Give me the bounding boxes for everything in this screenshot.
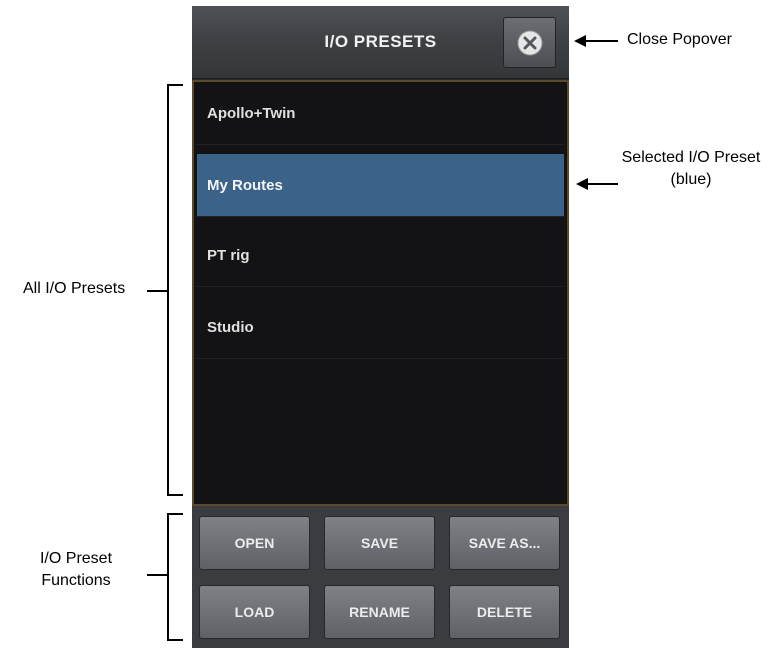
rename-button[interactable]: RENAME bbox=[324, 585, 435, 639]
functions-bracket-tick bbox=[147, 574, 167, 576]
close-icon bbox=[517, 30, 542, 55]
preset-functions: OPEN SAVE SAVE AS... LOAD RENAME DELETE bbox=[192, 506, 569, 648]
functions-annotation-line2: Functions bbox=[41, 572, 111, 589]
all-presets-bracket-top bbox=[167, 84, 183, 86]
preset-item-studio[interactable]: Studio bbox=[197, 296, 564, 359]
functions-bracket-top bbox=[167, 513, 183, 515]
functions-annotation: I/O Preset Functions bbox=[20, 548, 132, 592]
close-popover-button[interactable] bbox=[503, 17, 556, 68]
open-button[interactable]: OPEN bbox=[199, 516, 310, 570]
delete-button[interactable]: DELETE bbox=[449, 585, 560, 639]
io-presets-popover: I/O PRESETS Apollo+Twin My Routes PT rig… bbox=[192, 6, 569, 648]
functions-bracket bbox=[167, 513, 169, 641]
close-popover-arrowhead bbox=[574, 35, 586, 47]
save-button[interactable]: SAVE bbox=[324, 516, 435, 570]
all-presets-bracket-tick bbox=[147, 290, 167, 292]
close-popover-arrow-line bbox=[582, 40, 618, 42]
load-button[interactable]: LOAD bbox=[199, 585, 310, 639]
preset-item-my-routes[interactable]: My Routes bbox=[197, 154, 564, 217]
functions-annotation-line1: I/O Preset bbox=[39, 550, 113, 567]
all-presets-bracket-bottom bbox=[167, 494, 183, 496]
selected-preset-annotation-line2: (blue) bbox=[670, 171, 712, 188]
all-presets-annotation: All I/O Presets bbox=[23, 280, 126, 297]
selected-preset-annotation: Selected I/O Preset (blue) bbox=[603, 147, 779, 191]
preset-item-apollo-twin[interactable]: Apollo+Twin bbox=[197, 82, 564, 145]
all-presets-bracket bbox=[167, 84, 169, 496]
preset-item-pt-rig[interactable]: PT rig bbox=[197, 224, 564, 287]
selected-preset-arrowhead bbox=[576, 178, 588, 190]
close-popover-annotation: Close Popover bbox=[627, 31, 732, 48]
save-as-button[interactable]: SAVE AS... bbox=[449, 516, 560, 570]
popover-header: I/O PRESETS bbox=[192, 6, 569, 79]
preset-list: Apollo+Twin My Routes PT rig Studio bbox=[192, 80, 569, 506]
functions-bracket-bottom bbox=[167, 639, 183, 641]
selected-preset-annotation-line1: Selected I/O Preset bbox=[621, 149, 761, 166]
